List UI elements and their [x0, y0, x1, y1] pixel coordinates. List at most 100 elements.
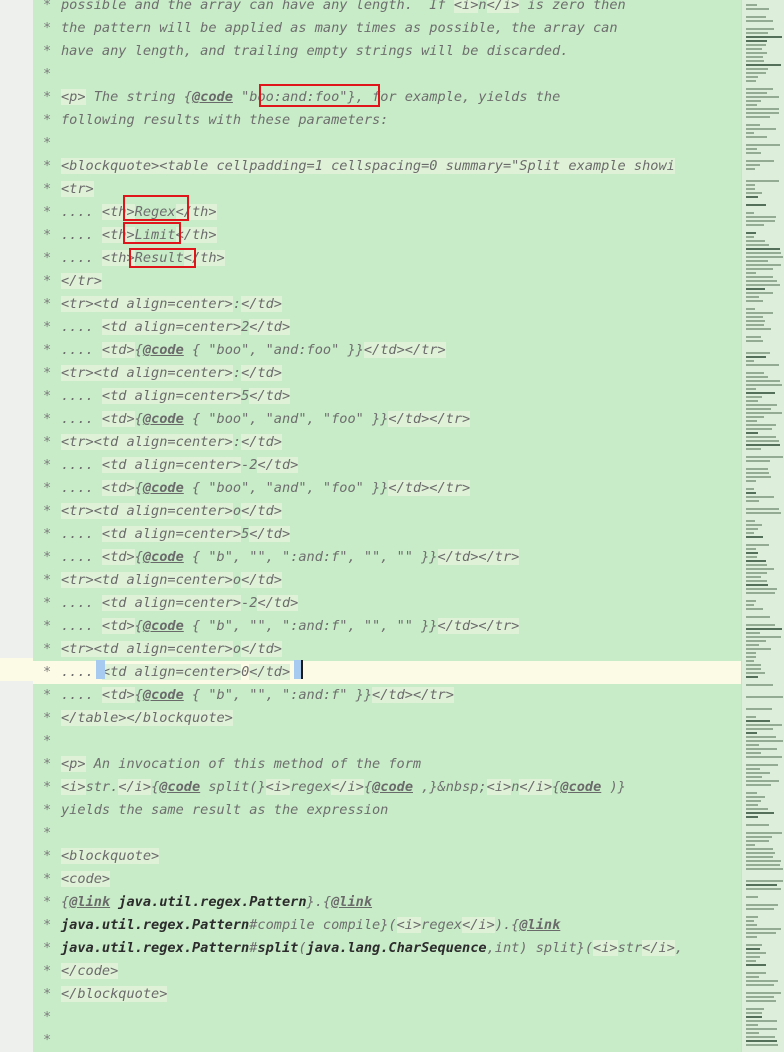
code-line[interactable]: * .... <th>Regex</th>	[33, 201, 741, 224]
code-line[interactable]: * <tr><td align=center>:</td>	[33, 362, 741, 385]
code-line[interactable]: * <p> An invocation of this method of the…	[33, 753, 741, 776]
minimap-line	[746, 852, 775, 854]
code-line[interactable]: * .... <td>{@code { "boo", "and:foo" }}</…	[33, 339, 741, 362]
code-line[interactable]: * </table></blockquote>	[33, 707, 741, 730]
code-line[interactable]: *	[33, 1029, 741, 1052]
code-line[interactable]: * .... <td>{@code { "b", "", ":and:f" }}<…	[33, 684, 741, 707]
code-line[interactable]: * .... <td align=center>5</td>	[33, 523, 741, 546]
code-text: <tr><td align=center>:</td>	[61, 365, 282, 381]
code-line[interactable]: *	[33, 132, 741, 155]
minimap-line	[746, 652, 756, 654]
minimap-line	[746, 244, 769, 246]
minimap-line	[746, 164, 760, 166]
minimap-line	[746, 764, 778, 766]
code-line[interactable]: * <tr><td align=center>:</td>	[33, 431, 741, 454]
minimap-line	[746, 376, 768, 378]
comment-star: *	[43, 963, 52, 979]
minimap-line	[746, 8, 769, 10]
minimap-line	[746, 832, 782, 834]
code-line[interactable]: * .... <td>{@code { "b", "", ":and:f", ""…	[33, 615, 741, 638]
comment-star: *	[43, 0, 52, 13]
code-line[interactable]: * .... <td align=center>-2</td>	[33, 592, 741, 615]
minimap-line	[746, 824, 769, 826]
code-line[interactable]: * have any length, and trailing empty str…	[33, 40, 741, 63]
code-text: following results with these parameters:	[61, 112, 389, 128]
code-text: <tr><td align=center>o</td>	[61, 572, 282, 588]
code-line[interactable]: * {@link java.util.regex.Pattern}.{@link	[33, 891, 741, 914]
code-line[interactable]: *	[33, 1006, 741, 1029]
code-line[interactable]: * <code>	[33, 868, 741, 891]
minimap-line	[746, 660, 754, 662]
code-line[interactable]: * </tr>	[33, 270, 741, 293]
comment-star: *	[43, 342, 52, 358]
minimap-line	[746, 184, 755, 186]
code-line[interactable]: * the pattern will be applied as many tim…	[33, 17, 741, 40]
code-line[interactable]: * possible and the array can have any len…	[33, 0, 741, 17]
comment-star: *	[43, 756, 52, 772]
minimap-line	[746, 192, 762, 194]
code-line[interactable]: * <tr><td align=center>o</td>	[33, 569, 741, 592]
code-line[interactable]: * .... <td align=center>-2</td>	[33, 454, 741, 477]
code-line[interactable]: * <tr>	[33, 178, 741, 201]
minimap-line	[746, 64, 781, 66]
line-gutter[interactable]	[0, 0, 34, 1052]
comment-star: *	[43, 112, 52, 128]
code-line[interactable]: * </blockquote>	[33, 983, 741, 1006]
code-text: <blockquote><table cellpadding=1 cellspa…	[61, 158, 675, 174]
minimap-line	[746, 524, 762, 526]
minimap-line	[746, 400, 758, 402]
minimap-line	[746, 328, 771, 330]
minimap-line	[746, 812, 774, 814]
code-line[interactable]: * .... <th>Result</th>	[33, 247, 741, 270]
minimap-line	[746, 556, 757, 558]
code-line[interactable]: * .... <td>{@code { "boo", "and", "foo" }…	[33, 408, 741, 431]
code-line[interactable]: * .... <th>Limit</th>	[33, 224, 741, 247]
minimap-line	[746, 644, 759, 646]
code-line[interactable]: * yields the same result as the expressio…	[33, 799, 741, 822]
code-editor[interactable]: * possible and the array can have any len…	[33, 0, 741, 1052]
code-line[interactable]: * <tr><td align=center>o</td>	[33, 638, 741, 661]
code-line[interactable]: * <blockquote><table cellpadding=1 cellsp…	[33, 155, 741, 178]
code-line[interactable]: * <blockquote>	[33, 845, 741, 868]
code-line[interactable]: * .... <td align=center>5</td>	[33, 385, 741, 408]
comment-star: *	[43, 273, 52, 289]
minimap-line	[746, 456, 783, 458]
comment-star: *	[43, 319, 52, 335]
minimap-line	[746, 440, 779, 442]
minimap-line	[746, 272, 756, 274]
code-line[interactable]: *	[33, 63, 741, 86]
minimap-line	[746, 856, 773, 858]
minimap-line	[746, 460, 770, 462]
minimap-line	[746, 388, 756, 390]
code-line[interactable]: * java.util.regex.Pattern#split(java.lang…	[33, 937, 741, 960]
comment-star: *	[43, 43, 52, 59]
code-line[interactable]: *	[33, 822, 741, 845]
code-line[interactable]: * <tr><td align=center>:</td>	[33, 293, 741, 316]
code-line[interactable]: * <i>str.</i>{@code split(}<i>regex</i>{@…	[33, 776, 741, 799]
code-text: .... <td>{@code { "boo", "and:foo" }}</t…	[61, 342, 446, 358]
code-line[interactable]: * </code>	[33, 960, 741, 983]
code-line[interactable]: *.... <td align=center>0</td>	[33, 661, 741, 684]
minimap-line	[746, 48, 762, 50]
code-line[interactable]: *	[33, 730, 741, 753]
code-text: {@link java.util.regex.Pattern}.{@link	[61, 894, 373, 910]
code-line[interactable]: * following results with these parameters…	[33, 109, 741, 132]
comment-star: *	[43, 802, 52, 818]
minimap-line	[746, 632, 760, 634]
code-line[interactable]: * <p> The string {@code "boo:and:foo"}, f…	[33, 86, 741, 109]
minimap-line	[746, 664, 761, 666]
code-line[interactable]: * .... <td>{@code { "b", "", ":and:f", ""…	[33, 546, 741, 569]
minimap-line	[746, 300, 763, 302]
code-line[interactable]: * .... <td align=center>2</td>	[33, 316, 741, 339]
code-line[interactable]: * .... <td>{@code { "boo", "and", "foo" }…	[33, 477, 741, 500]
comment-star: *	[43, 871, 52, 887]
comment-star: *	[43, 825, 52, 841]
code-text: .... <td align=center>2</td>	[61, 319, 291, 335]
minimap-line	[746, 756, 782, 758]
minimap-line	[746, 160, 774, 162]
code-line[interactable]: * <tr><td align=center>o</td>	[33, 500, 741, 523]
code-line[interactable]: * java.util.regex.Pattern#compile compile…	[33, 914, 741, 937]
minimap-line	[746, 836, 772, 838]
minimap[interactable]	[741, 0, 784, 1052]
comment-star: *	[43, 549, 52, 565]
